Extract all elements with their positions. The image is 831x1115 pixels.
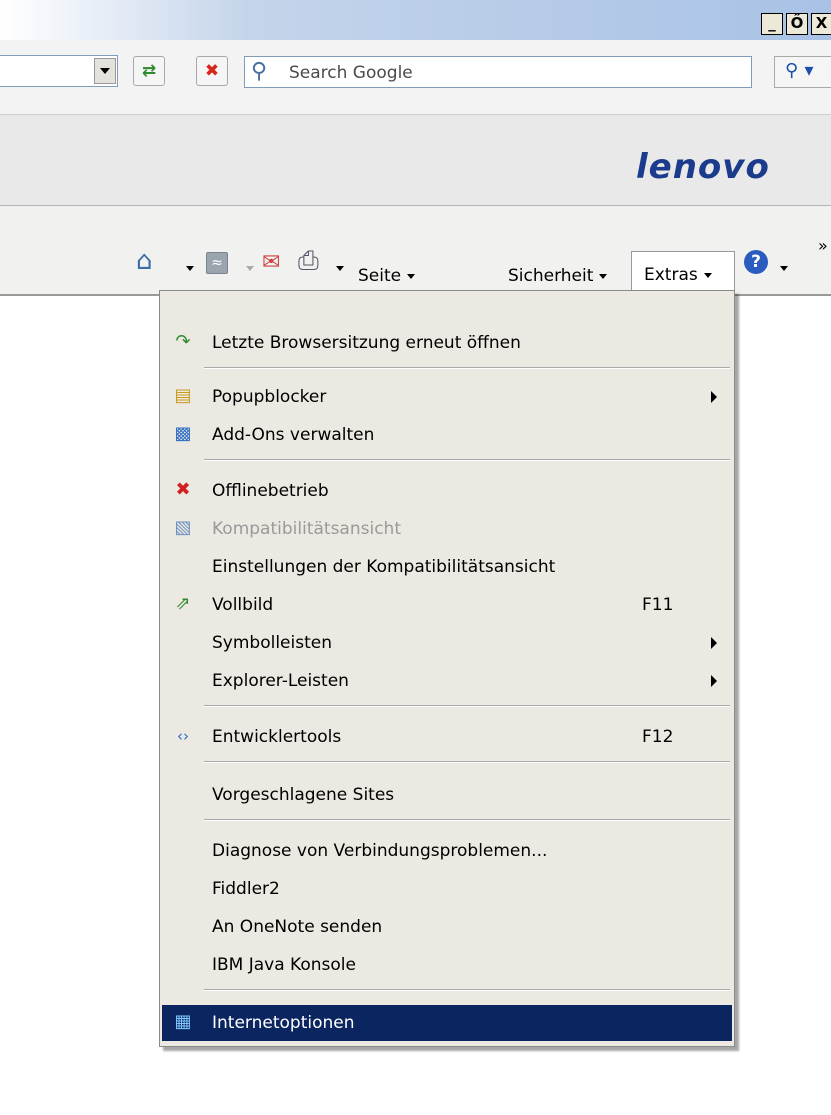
menu-item-ibm-java-console[interactable]: IBM Java Konsole xyxy=(162,947,732,983)
menu-item-compatibility-view[interactable]: ▧ Kompatibilitätsansicht xyxy=(162,511,732,547)
brand-band: lenovo xyxy=(0,115,831,206)
search-icon: ⚲ xyxy=(251,59,268,84)
safety-menu-label: Sicherheit xyxy=(508,266,594,286)
home-icon[interactable]: ⌂ xyxy=(136,246,153,276)
menu-item-label: Einstellungen der Kompatibilitätsansicht xyxy=(212,557,556,577)
menu-item-explorer-bars[interactable]: Explorer-Leisten xyxy=(162,663,732,699)
tools-menu-label: Extras xyxy=(644,265,698,285)
feeds-dropdown-caret[interactable] xyxy=(240,258,254,278)
menu-item-label: Diagnose von Verbindungsproblemen... xyxy=(212,841,548,861)
menu-item-label: Vorgeschlagene Sites xyxy=(212,785,395,805)
internet-options-icon: ▦ xyxy=(174,1011,192,1032)
menu-item-label: Fiddler2 xyxy=(212,879,280,899)
menu-item-label: Explorer-Leisten xyxy=(212,671,349,691)
menu-item-reopen-session[interactable]: ↷ Letzte Browsersitzung erneut öffnen xyxy=(162,325,732,361)
minimize-button[interactable]: _ xyxy=(761,13,783,35)
menu-item-developer-tools[interactable]: ‹› Entwicklertools F12 xyxy=(162,719,732,755)
address-dropdown-button[interactable] xyxy=(94,58,116,84)
addons-icon: ▩ xyxy=(174,423,192,444)
home-dropdown-caret[interactable] xyxy=(180,258,194,278)
menu-item-internet-options[interactable]: ▦ Internetoptionen xyxy=(162,1005,732,1041)
refresh-icon: ⇄ xyxy=(141,61,157,81)
popup-blocker-icon: ▤ xyxy=(174,385,192,406)
refresh-button[interactable]: ⇄ xyxy=(133,56,165,86)
tools-dropdown-menu: ↷ Letzte Browsersitzung erneut öffnen ▤ … xyxy=(159,290,735,1047)
restore-button[interactable]: Ő xyxy=(786,13,808,35)
menu-item-manage-addons[interactable]: ▩ Add-Ons verwalten xyxy=(162,417,732,453)
menu-item-fiddler2[interactable]: Fiddler2 xyxy=(162,871,732,907)
menu-separator xyxy=(204,989,730,991)
reopen-session-icon: ↷ xyxy=(175,331,191,352)
page-menu-label: Seite xyxy=(358,266,402,286)
search-box[interactable]: ⚲ Search Google xyxy=(244,56,752,88)
compatibility-icon: ▧ xyxy=(174,517,192,538)
mail-icon[interactable]: ✉ xyxy=(262,250,280,275)
page-menu-button[interactable]: Seite xyxy=(358,266,416,286)
submenu-arrow-icon xyxy=(711,637,717,649)
stop-button[interactable]: ✖ xyxy=(196,56,228,86)
menu-item-label: An OneNote senden xyxy=(212,917,383,937)
menu-item-label: Entwicklertools xyxy=(212,727,342,747)
menu-item-work-offline[interactable]: ✖ Offlinebetrieb xyxy=(162,473,732,509)
safety-menu-button[interactable]: Sicherheit xyxy=(508,266,608,286)
fullscreen-icon: ⇗ xyxy=(175,593,191,614)
feeds-icon[interactable]: ≈ xyxy=(206,252,228,274)
menu-item-label: Kompatibilitätsansicht xyxy=(212,519,401,539)
menu-item-label: Add-Ons verwalten xyxy=(212,425,375,445)
menu-separator xyxy=(204,819,730,821)
menu-item-compatibility-settings[interactable]: Einstellungen der Kompatibilitätsansicht xyxy=(162,549,732,585)
tools-menu-button[interactable]: Extras xyxy=(631,251,735,295)
help-dropdown-caret[interactable] xyxy=(774,258,788,278)
menu-item-label: Letzte Browsersitzung erneut öffnen xyxy=(212,333,521,353)
submenu-arrow-icon xyxy=(711,391,717,403)
command-bar: ⌂ ≈ ✉ ⎙ Seite Sicherheit Extras ? » xyxy=(0,206,831,296)
search-go-button[interactable]: ⚲ ▾ xyxy=(774,56,831,88)
menu-item-suggested-sites[interactable]: Vorgeschlagene Sites xyxy=(162,777,732,813)
menu-item-send-to-onenote[interactable]: An OneNote senden xyxy=(162,909,732,945)
title-bar: _ Ő X xyxy=(0,0,831,40)
print-dropdown-caret[interactable] xyxy=(330,258,344,278)
menu-item-popup-blocker[interactable]: ▤ Popupblocker xyxy=(162,379,732,415)
help-icon[interactable]: ? xyxy=(744,250,768,274)
submenu-arrow-icon xyxy=(711,675,717,687)
search-go-icon: ⚲ ▾ xyxy=(785,60,814,81)
menu-separator xyxy=(204,459,730,461)
menu-item-label: Symbolleisten xyxy=(212,633,332,653)
menu-item-label: Popupblocker xyxy=(212,387,327,407)
address-toolbar: ⇄ ✖ ⚲ Search Google ⚲ ▾ xyxy=(0,40,831,115)
menu-item-toolbars[interactable]: Symbolleisten xyxy=(162,625,732,661)
menu-separator xyxy=(204,705,730,707)
menu-item-fullscreen[interactable]: ⇗ Vollbild F11 xyxy=(162,587,732,623)
search-input[interactable]: Search Google xyxy=(289,63,413,83)
menu-item-label: Offlinebetrieb xyxy=(212,481,329,501)
menu-item-diagnose-connection[interactable]: Diagnose von Verbindungsproblemen... xyxy=(162,833,732,869)
close-window-button[interactable]: X xyxy=(811,13,831,35)
menu-separator xyxy=(204,761,730,763)
menu-item-label: IBM Java Konsole xyxy=(212,955,356,975)
menu-item-label: Vollbild xyxy=(212,595,274,615)
offline-icon: ✖ xyxy=(175,479,191,500)
developer-tools-icon: ‹› xyxy=(177,727,189,745)
shortcut-label: F12 xyxy=(642,727,674,747)
lenovo-logo: lenovo xyxy=(636,147,770,187)
print-icon[interactable]: ⎙ xyxy=(298,246,319,277)
shortcut-label: F11 xyxy=(642,595,674,615)
menu-item-label: Internetoptionen xyxy=(212,1013,355,1033)
more-commands-chevron[interactable]: » xyxy=(818,236,828,255)
menu-separator xyxy=(204,367,730,369)
stop-icon: ✖ xyxy=(204,61,220,81)
